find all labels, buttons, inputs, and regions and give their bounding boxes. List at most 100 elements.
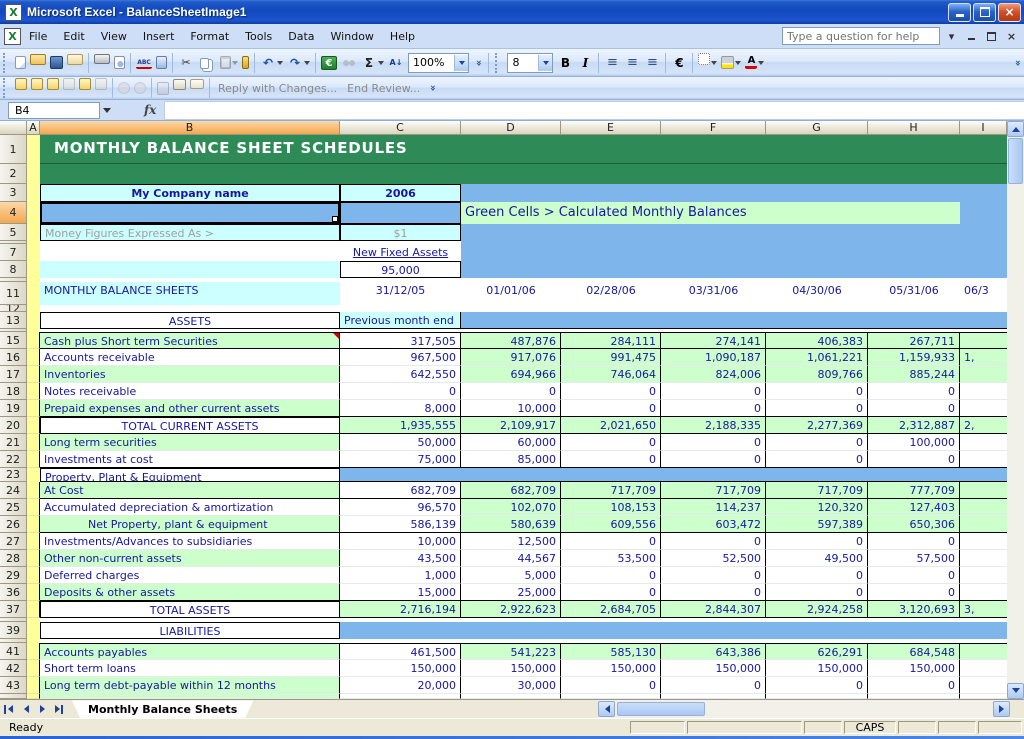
redo-button[interactable]: ↷: [285, 52, 312, 74]
cell-B8[interactable]: [40, 261, 340, 278]
row-header-1[interactable]: 1: [0, 135, 27, 164]
cell-A26[interactable]: [27, 516, 40, 533]
cell-A12[interactable]: [27, 305, 40, 312]
row-header-13[interactable]: 13: [0, 312, 27, 329]
font-size-dropdown-icon[interactable]: [538, 55, 552, 71]
cell-C27[interactable]: 10,000: [340, 533, 461, 550]
row-header-4[interactable]: 4: [0, 202, 27, 224]
dropdown-arrow-icon[interactable]: [735, 61, 741, 68]
scroll-left-button[interactable]: [598, 701, 615, 717]
row-header-20[interactable]: 20: [0, 417, 27, 434]
cell-E24[interactable]: 717,709: [561, 482, 661, 499]
toolbar-options-chevron-icon[interactable]: »: [428, 85, 438, 91]
cell-C4[interactable]: [340, 202, 461, 224]
cell-G42[interactable]: 150,000: [766, 660, 868, 677]
cell-H36[interactable]: 0: [868, 584, 960, 601]
cell-E27[interactable]: 0: [561, 533, 661, 550]
cell-E28[interactable]: 53,500: [561, 550, 661, 567]
cell-H19[interactable]: 0: [868, 400, 960, 417]
cell-I17[interactable]: [960, 366, 1007, 383]
cell-B26[interactable]: Net Property, plant & equipment: [40, 516, 340, 533]
cell-F29[interactable]: 0: [661, 567, 766, 584]
row-header-12[interactable]: 12: [0, 305, 27, 312]
cell-H18[interactable]: 0: [868, 383, 960, 400]
cell-G[interactable]: [766, 694, 868, 699]
cell-C16[interactable]: 967,500: [340, 349, 461, 366]
undo-button[interactable]: ↶: [258, 52, 285, 74]
cell-E22[interactable]: 0: [561, 451, 661, 468]
align-left-button[interactable]: ≡: [602, 52, 622, 74]
cell-A11[interactable]: [27, 282, 40, 305]
cell-B16[interactable]: Accounts receivable: [40, 349, 340, 366]
vertical-scroll-thumb[interactable]: [1008, 138, 1023, 184]
dropdown-arrow-icon[interactable]: [378, 61, 384, 68]
align-center-button[interactable]: ≡: [622, 52, 642, 74]
cell-I37[interactable]: 3,: [960, 601, 1007, 618]
menu-edit[interactable]: Edit: [55, 26, 92, 47]
cell-F11[interactable]: 03/31/06: [661, 282, 766, 305]
cell-B37[interactable]: TOTAL ASSETS: [40, 601, 340, 618]
cell-H29[interactable]: 0: [868, 567, 960, 584]
cell-E19[interactable]: 0: [561, 400, 661, 417]
cell-H[interactable]: [868, 694, 960, 699]
cell-B43[interactable]: Long term debt-payable within 12 months: [40, 677, 340, 694]
cell-B3[interactable]: My Company name: [40, 184, 340, 202]
row-header-22[interactable]: 22: [0, 451, 27, 468]
row-header-26[interactable]: 26: [0, 516, 27, 533]
cell-A36[interactable]: [27, 584, 40, 601]
workbook-minimize-button[interactable]: [963, 29, 980, 44]
cell-D26[interactable]: 580,639: [461, 516, 561, 533]
cell-C26[interactable]: 586,139: [340, 516, 461, 533]
cell-I28[interactable]: [960, 550, 1007, 567]
format-painter-button[interactable]: [240, 52, 251, 74]
cell-G28[interactable]: 49,500: [766, 550, 868, 567]
spelling-button[interactable]: ABC: [134, 52, 154, 74]
cell-C5[interactable]: $1: [340, 224, 461, 241]
cell-C[interactable]: [340, 694, 461, 699]
name-box-dropdown-icon[interactable]: [100, 102, 114, 119]
cell-A15[interactable]: [27, 332, 40, 349]
cell-D16[interactable]: 917,076: [461, 349, 561, 366]
cell-C43[interactable]: 20,000: [340, 677, 461, 694]
column-header-B[interactable]: B: [40, 121, 340, 135]
permission-button[interactable]: [65, 52, 85, 74]
cell-H41[interactable]: 684,548: [868, 643, 960, 660]
menu-window[interactable]: Window: [323, 26, 382, 47]
cell-G37[interactable]: 2,924,258: [766, 601, 868, 618]
cell-D21[interactable]: 60,000: [461, 434, 561, 451]
fill-color-button[interactable]: [719, 52, 743, 74]
cell-G17[interactable]: 809,766: [766, 366, 868, 383]
cell-B20[interactable]: TOTAL CURRENT ASSETS: [40, 417, 340, 434]
cell-C17[interactable]: 642,550: [340, 366, 461, 383]
zoom-combobox[interactable]: 100%: [408, 53, 469, 73]
cell-filler[interactable]: [40, 305, 1007, 312]
toolbar-options-chevron-icon[interactable]: »: [1012, 59, 1022, 65]
cell-D19[interactable]: 10,000: [461, 400, 561, 417]
cell-D36[interactable]: 25,000: [461, 584, 561, 601]
delete-comment-button[interactable]: [93, 77, 109, 99]
update-file-button[interactable]: [155, 77, 171, 99]
cell-G22[interactable]: 0: [766, 451, 868, 468]
row-header-8[interactable]: 8: [0, 261, 27, 278]
cell-B28[interactable]: Other non-current assets: [40, 550, 340, 567]
cell-A7[interactable]: [27, 244, 40, 261]
cell-A1[interactable]: [27, 135, 40, 164]
cell-A17[interactable]: [27, 366, 40, 383]
cell-D29[interactable]: 5,000: [461, 567, 561, 584]
mail-recipient-button[interactable]: [188, 77, 206, 99]
cell-C23-I23[interactable]: [340, 468, 1007, 482]
cell-H27[interactable]: 0: [868, 533, 960, 550]
cell-E26[interactable]: 609,556: [561, 516, 661, 533]
cell-E18[interactable]: 0: [561, 383, 661, 400]
cell-F17[interactable]: 824,006: [661, 366, 766, 383]
row-header-25[interactable]: 25: [0, 499, 27, 516]
reply-with-changes-button[interactable]: Reply with Changes...: [213, 82, 342, 95]
cell-A5[interactable]: [27, 224, 40, 241]
show-comment-button[interactable]: [61, 77, 77, 99]
print-preview-button[interactable]: [112, 52, 127, 74]
cell-G25[interactable]: 120,320: [766, 499, 868, 516]
cell-E21[interactable]: 0: [561, 434, 661, 451]
cell-B21[interactable]: Long term securities: [40, 434, 340, 451]
row-header-43[interactable]: 43: [0, 677, 27, 694]
align-right-button[interactable]: ≡: [642, 52, 662, 74]
